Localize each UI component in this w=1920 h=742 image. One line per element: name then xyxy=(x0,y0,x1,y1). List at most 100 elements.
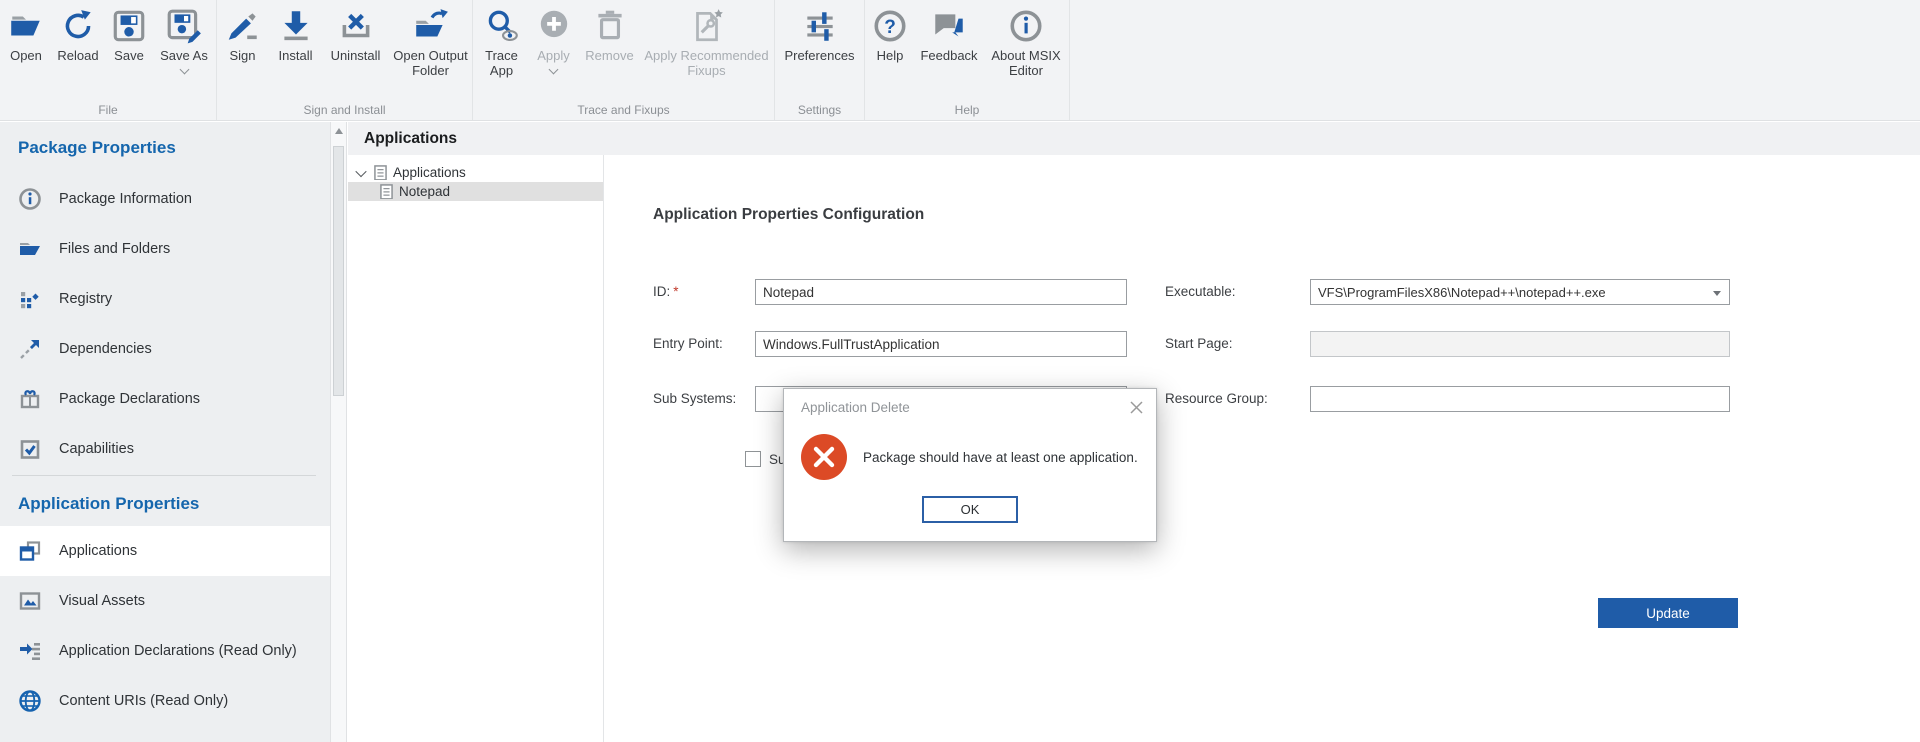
ribbon: Open Reload Save Save As xyxy=(0,0,1920,121)
sidebar-item-dependencies[interactable]: Dependencies xyxy=(0,324,330,374)
sidebar-item-label: Visual Assets xyxy=(59,593,145,609)
sidebar-item-files-and-folders[interactable]: Files and Folders xyxy=(0,224,330,274)
reload-button-label: Reload xyxy=(57,48,98,63)
save-button[interactable]: Save xyxy=(105,7,153,63)
ribbon-group-sign-install: Sign Install Uninstall Open Output Folde… xyxy=(217,0,473,120)
executable-dropdown[interactable]: VFS\ProgramFilesX86\Notepad++\notepad++.… xyxy=(1310,279,1730,305)
sidebar-item-registry[interactable]: Registry xyxy=(0,274,330,324)
ribbon-group-settings: Preferences Settings xyxy=(775,0,865,120)
start-page-label: Start Page: xyxy=(1165,331,1233,357)
sidebar-item-label: Dependencies xyxy=(59,341,152,357)
apply-button: Apply xyxy=(529,7,579,73)
sidebar-item-label: Package Declarations xyxy=(59,391,200,407)
sign-pencil-icon xyxy=(224,7,262,45)
apply-recommended-fixups-button: Apply Recommended Fixups xyxy=(641,7,773,78)
svg-text:?: ? xyxy=(884,17,896,38)
required-mark: * xyxy=(673,284,678,299)
sign-button[interactable]: Sign xyxy=(217,7,269,63)
main-header-bar: Applications xyxy=(348,122,1920,155)
scrollbar-up-arrow-icon[interactable] xyxy=(335,128,343,134)
apply-plus-icon xyxy=(535,7,573,45)
error-icon xyxy=(801,434,847,480)
ribbon-group-file: Open Reload Save Save As xyxy=(0,0,217,120)
resource-group-field[interactable] xyxy=(1310,386,1730,412)
resource-group-label: Resource Group: xyxy=(1165,386,1268,412)
document-icon xyxy=(380,184,393,200)
uninstall-button[interactable]: Uninstall xyxy=(323,7,389,63)
install-arrow-icon xyxy=(277,7,315,45)
sign-button-label: Sign xyxy=(229,48,255,63)
sidebar-item-label: Application Declarations (Read Only) xyxy=(59,643,297,659)
remove-trash-icon xyxy=(591,7,629,45)
save-icon xyxy=(110,7,148,45)
sidebar-item-application-declarations[interactable]: Application Declarations (Read Only) xyxy=(0,626,330,676)
help-button-label: Help xyxy=(877,48,904,63)
feedback-button-label: Feedback xyxy=(920,48,977,63)
form-heading: Application Properties Configuration xyxy=(653,206,924,224)
sidebar-item-package-information[interactable]: Package Information xyxy=(0,174,330,224)
sidebar: Package Properties Package Information F… xyxy=(0,122,330,742)
entry-point-field[interactable] xyxy=(755,331,1127,357)
install-button-label: Install xyxy=(279,48,313,63)
open-button[interactable]: Open xyxy=(1,7,51,63)
sidebar-item-label: Capabilities xyxy=(59,441,134,457)
trace-app-button-label: Trace App xyxy=(475,48,529,78)
trace-app-button[interactable]: Trace App xyxy=(475,7,529,78)
install-button[interactable]: Install xyxy=(269,7,323,63)
ok-button[interactable]: OK xyxy=(922,496,1018,523)
registry-blocks-icon xyxy=(18,287,42,311)
preferences-button[interactable]: Preferences xyxy=(777,7,863,63)
entry-point-label: Entry Point: xyxy=(653,331,723,357)
save-button-label: Save xyxy=(114,48,144,63)
save-as-button-label: Save As xyxy=(160,48,208,63)
feedback-bubble-icon xyxy=(930,7,968,45)
id-field[interactable] xyxy=(755,279,1127,305)
tree-node-label: Applications xyxy=(393,165,466,180)
folder-icon xyxy=(18,237,42,261)
id-label: ID:* xyxy=(653,279,679,305)
scrollbar-thumb[interactable] xyxy=(333,146,344,396)
feedback-button[interactable]: Feedback xyxy=(914,7,984,63)
open-output-folder-button-label: Open Output Folder xyxy=(389,48,473,78)
output-folder-icon xyxy=(412,7,450,45)
arrow-list-icon xyxy=(18,639,42,663)
update-button[interactable]: Update xyxy=(1598,598,1738,628)
about-msix-editor-button-label: About MSIX Editor xyxy=(984,48,1068,78)
image-icon xyxy=(18,589,42,613)
save-as-icon xyxy=(165,7,203,45)
open-folder-icon xyxy=(7,7,45,45)
about-info-icon xyxy=(1007,7,1045,45)
supported-checkbox[interactable] xyxy=(745,451,761,467)
sidebar-item-visual-assets[interactable]: Visual Assets xyxy=(0,576,330,626)
dependency-arrow-icon xyxy=(18,337,42,361)
sidebar-item-content-uris[interactable]: Content URIs (Read Only) xyxy=(0,676,330,726)
apply-button-label: Apply xyxy=(537,48,570,63)
sidebar-scrollbar[interactable] xyxy=(330,122,347,742)
help-question-icon: ? xyxy=(871,7,909,45)
trace-magnifier-icon xyxy=(483,7,521,45)
tree-node-applications[interactable]: Applications xyxy=(348,163,603,182)
sidebar-item-label: Registry xyxy=(59,291,112,307)
save-as-button[interactable]: Save As xyxy=(153,7,215,73)
sidebar-item-capabilities[interactable]: Capabilities xyxy=(0,424,330,474)
ribbon-group-label-trace-fixups: Trace and Fixups xyxy=(473,103,774,117)
start-page-field xyxy=(1310,331,1730,357)
sidebar-item-package-declarations[interactable]: Package Declarations xyxy=(0,374,330,424)
tree-node-notepad[interactable]: Notepad xyxy=(348,182,603,201)
document-icon xyxy=(374,165,387,181)
sidebar-item-label: Files and Folders xyxy=(59,241,170,257)
ribbon-group-label-file: File xyxy=(0,103,216,117)
uninstall-x-icon xyxy=(337,7,375,45)
globe-icon xyxy=(18,689,42,713)
chevron-down-icon[interactable] xyxy=(355,165,366,176)
about-msix-editor-button[interactable]: About MSIX Editor xyxy=(984,7,1068,78)
ribbon-group-help: ? Help Feedback About MSIX Editor Help xyxy=(865,0,1070,120)
executable-label: Executable: xyxy=(1165,279,1236,305)
open-output-folder-button[interactable]: Open Output Folder xyxy=(389,7,473,78)
close-icon[interactable] xyxy=(1130,401,1143,414)
page-title: Applications xyxy=(364,130,457,148)
sidebar-item-applications[interactable]: Applications xyxy=(0,526,330,576)
help-button[interactable]: ? Help xyxy=(866,7,914,63)
reload-button[interactable]: Reload xyxy=(51,7,105,63)
remove-button: Remove xyxy=(579,7,641,63)
